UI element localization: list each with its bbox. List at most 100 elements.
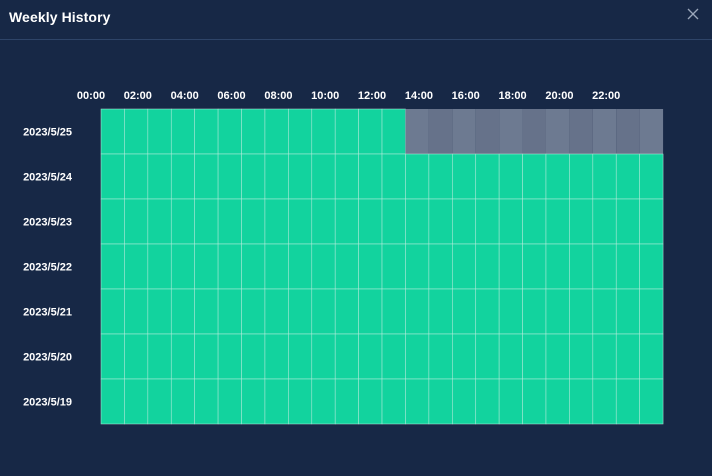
heatmap-cell-unavailable (616, 109, 640, 154)
heatmap-cell-available (522, 333, 547, 380)
heatmap-cell-available (545, 378, 570, 425)
heatmap-cell-available (639, 198, 664, 245)
heatmap-cell-available (264, 288, 289, 335)
heatmap-cell-available (217, 378, 242, 425)
heatmap-cell-available (311, 333, 336, 380)
y-tick-label: 2023/5/20 (23, 352, 72, 364)
heatmap-cell-available (264, 243, 289, 290)
heatmap-cell-available (100, 333, 125, 380)
heatmap-cell-available (241, 243, 266, 290)
heatmap-cell-available (334, 108, 359, 155)
heatmap-cell-available (475, 153, 500, 200)
heatmap-cell-available (334, 288, 359, 335)
heatmap-cell-available (124, 288, 149, 335)
heatmap-cell-available (451, 153, 477, 200)
heatmap-cell-available (545, 333, 570, 380)
heatmap-cell-available (615, 153, 640, 200)
heatmap-cell-available (569, 333, 594, 380)
heatmap-cell-available (475, 333, 500, 380)
heatmap-cell-available (170, 333, 195, 380)
heatmap-cell-available (405, 198, 430, 245)
heatmap-cell-available (498, 243, 523, 290)
heatmap-cell-available (217, 198, 242, 245)
heatmap-cell-unavailable (569, 109, 593, 154)
heatmap-cell-unavailable (592, 109, 617, 154)
heatmap-cell-available (592, 378, 617, 425)
heatmap-cell-available (358, 153, 383, 200)
heatmap-cell-available (381, 108, 406, 155)
heatmap-cell-available (358, 333, 383, 380)
heatmap-cell-available (358, 108, 383, 155)
heatmap-cell-available (288, 378, 313, 425)
heatmap-cell-available (545, 153, 570, 200)
heatmap-cell-available (498, 288, 523, 335)
heatmap-cell-available (147, 243, 172, 290)
heatmap-cell-available (124, 243, 149, 290)
heatmap-cell-available (124, 153, 149, 200)
heatmap-cell-available (311, 198, 336, 245)
heatmap-cell-available (170, 108, 195, 155)
heatmap-cell-available (358, 378, 383, 425)
heatmap-cell-available (545, 243, 570, 290)
heatmap-cell-available (124, 108, 149, 155)
heatmap-cell-available (405, 333, 430, 380)
heatmap-cell-available (264, 378, 289, 425)
heatmap-cell-unavailable (639, 109, 664, 154)
x-tick-label: 20:00 (545, 90, 573, 102)
heatmap-cell-available (100, 153, 125, 200)
heatmap-cell-available (451, 243, 477, 290)
heatmap-cell-available (288, 243, 313, 290)
heatmap-cell-available (170, 198, 195, 245)
heatmap-cell-unavailable (475, 109, 500, 154)
heatmap-cell-available (100, 108, 125, 155)
heatmap-cell-available (217, 153, 242, 200)
heatmap-cell-unavailable (545, 109, 570, 154)
heatmap-cell-available (615, 198, 640, 245)
heatmap-cell-unavailable (405, 109, 429, 154)
x-tick-label: 06:00 (217, 90, 245, 102)
x-tick-label: 08:00 (264, 90, 292, 102)
heatmap-cell-available (288, 333, 313, 380)
heatmap-cell-available (592, 243, 617, 290)
heatmap-cell-available (334, 153, 359, 200)
heatmap-cell-available (358, 288, 383, 335)
heatmap-cell-unavailable (428, 109, 453, 154)
heatmap-cell-available (522, 288, 547, 335)
heatmap-cell-unavailable (499, 109, 523, 154)
heatmap-cell-available (311, 108, 336, 155)
heatmap-cell-available (639, 243, 664, 290)
heatmap-cell-available (170, 243, 195, 290)
heatmap-cell-available (100, 243, 125, 290)
heatmap-cell-available (124, 378, 149, 425)
heatmap-cell-available (569, 378, 594, 425)
heatmap-cell-available (639, 333, 664, 380)
heatmap-cell-available (592, 288, 617, 335)
heatmap-cell-available (194, 108, 219, 155)
heatmap-cell-available (241, 288, 266, 335)
heatmap-cell-available (194, 378, 219, 425)
heatmap-cell-available (428, 333, 453, 380)
heatmap-cell-available (405, 153, 430, 200)
y-tick-label: 2023/5/25 (23, 127, 72, 139)
heatmap-cell-available (264, 108, 289, 155)
heatmap-cell-available (288, 198, 313, 245)
heatmap-cell-available (428, 288, 453, 335)
heatmap-cell-available (592, 198, 617, 245)
heatmap-cell-available (615, 378, 640, 425)
heatmap-cell-available (264, 198, 289, 245)
x-tick-label: 10:00 (311, 90, 339, 102)
heatmap-cell-available (592, 333, 617, 380)
weekly-history-heatmap: 2023/5/25 2023/5/24 2023/5/23 2023/5/22 2023… (23, 90, 664, 425)
heatmap-cell-available (615, 243, 640, 290)
heatmap-cell-available (498, 153, 523, 200)
heatmap-cell-available (358, 198, 383, 245)
heatmap-cell-available (498, 198, 523, 245)
heatmap-cell-available (100, 288, 125, 335)
heatmap-cell-available (241, 153, 266, 200)
y-tick-label: 2023/5/22 (23, 262, 72, 274)
heatmap-cell-available (381, 198, 406, 245)
x-tick-label: 18:00 (499, 90, 527, 102)
heatmap-cell-available (405, 288, 430, 335)
heatmap-cell-available (405, 378, 430, 425)
heatmap-cell-available (569, 198, 594, 245)
